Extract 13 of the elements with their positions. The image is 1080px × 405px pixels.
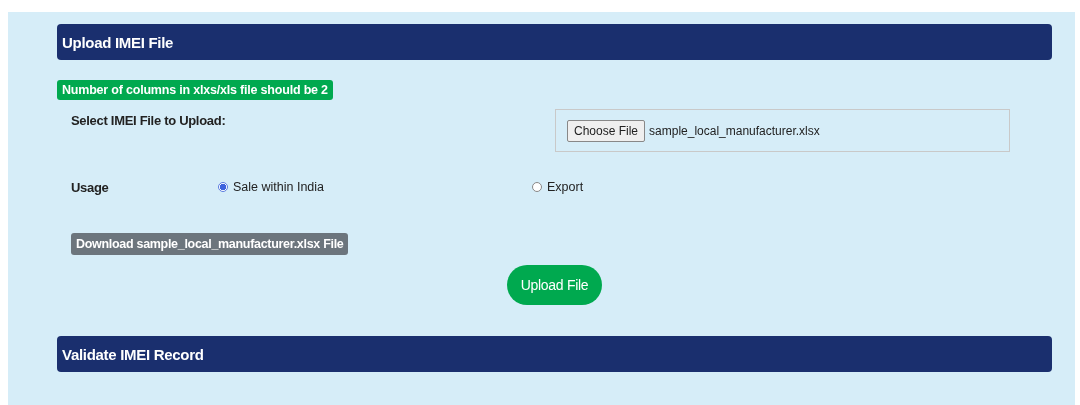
section-title: Upload IMEI File: [62, 33, 174, 51]
radio-label: Export: [547, 180, 584, 194]
usage-label: Usage: [71, 180, 109, 195]
download-link[interactable]: Download sample_local_manufacturer.xlsx File: [71, 233, 349, 255]
section-title: Validate IMEI Record: [62, 345, 204, 363]
file-label: Select IMEI File to Upload:: [71, 113, 226, 128]
choose-file-button[interactable]: Choose File: [567, 119, 646, 142]
radio-button[interactable]: [218, 182, 228, 192]
notice-badge: Number of columns in xlxs/xls file should be 2: [57, 80, 333, 100]
file-input-field[interactable]: Choose File sample_local_manufacturer.xlsx: [555, 109, 1010, 152]
file-name: sample_local_manufacturer.xlsx: [649, 123, 820, 138]
radio-label: Sale within India: [233, 180, 325, 194]
radio-button[interactable]: [532, 182, 542, 192]
